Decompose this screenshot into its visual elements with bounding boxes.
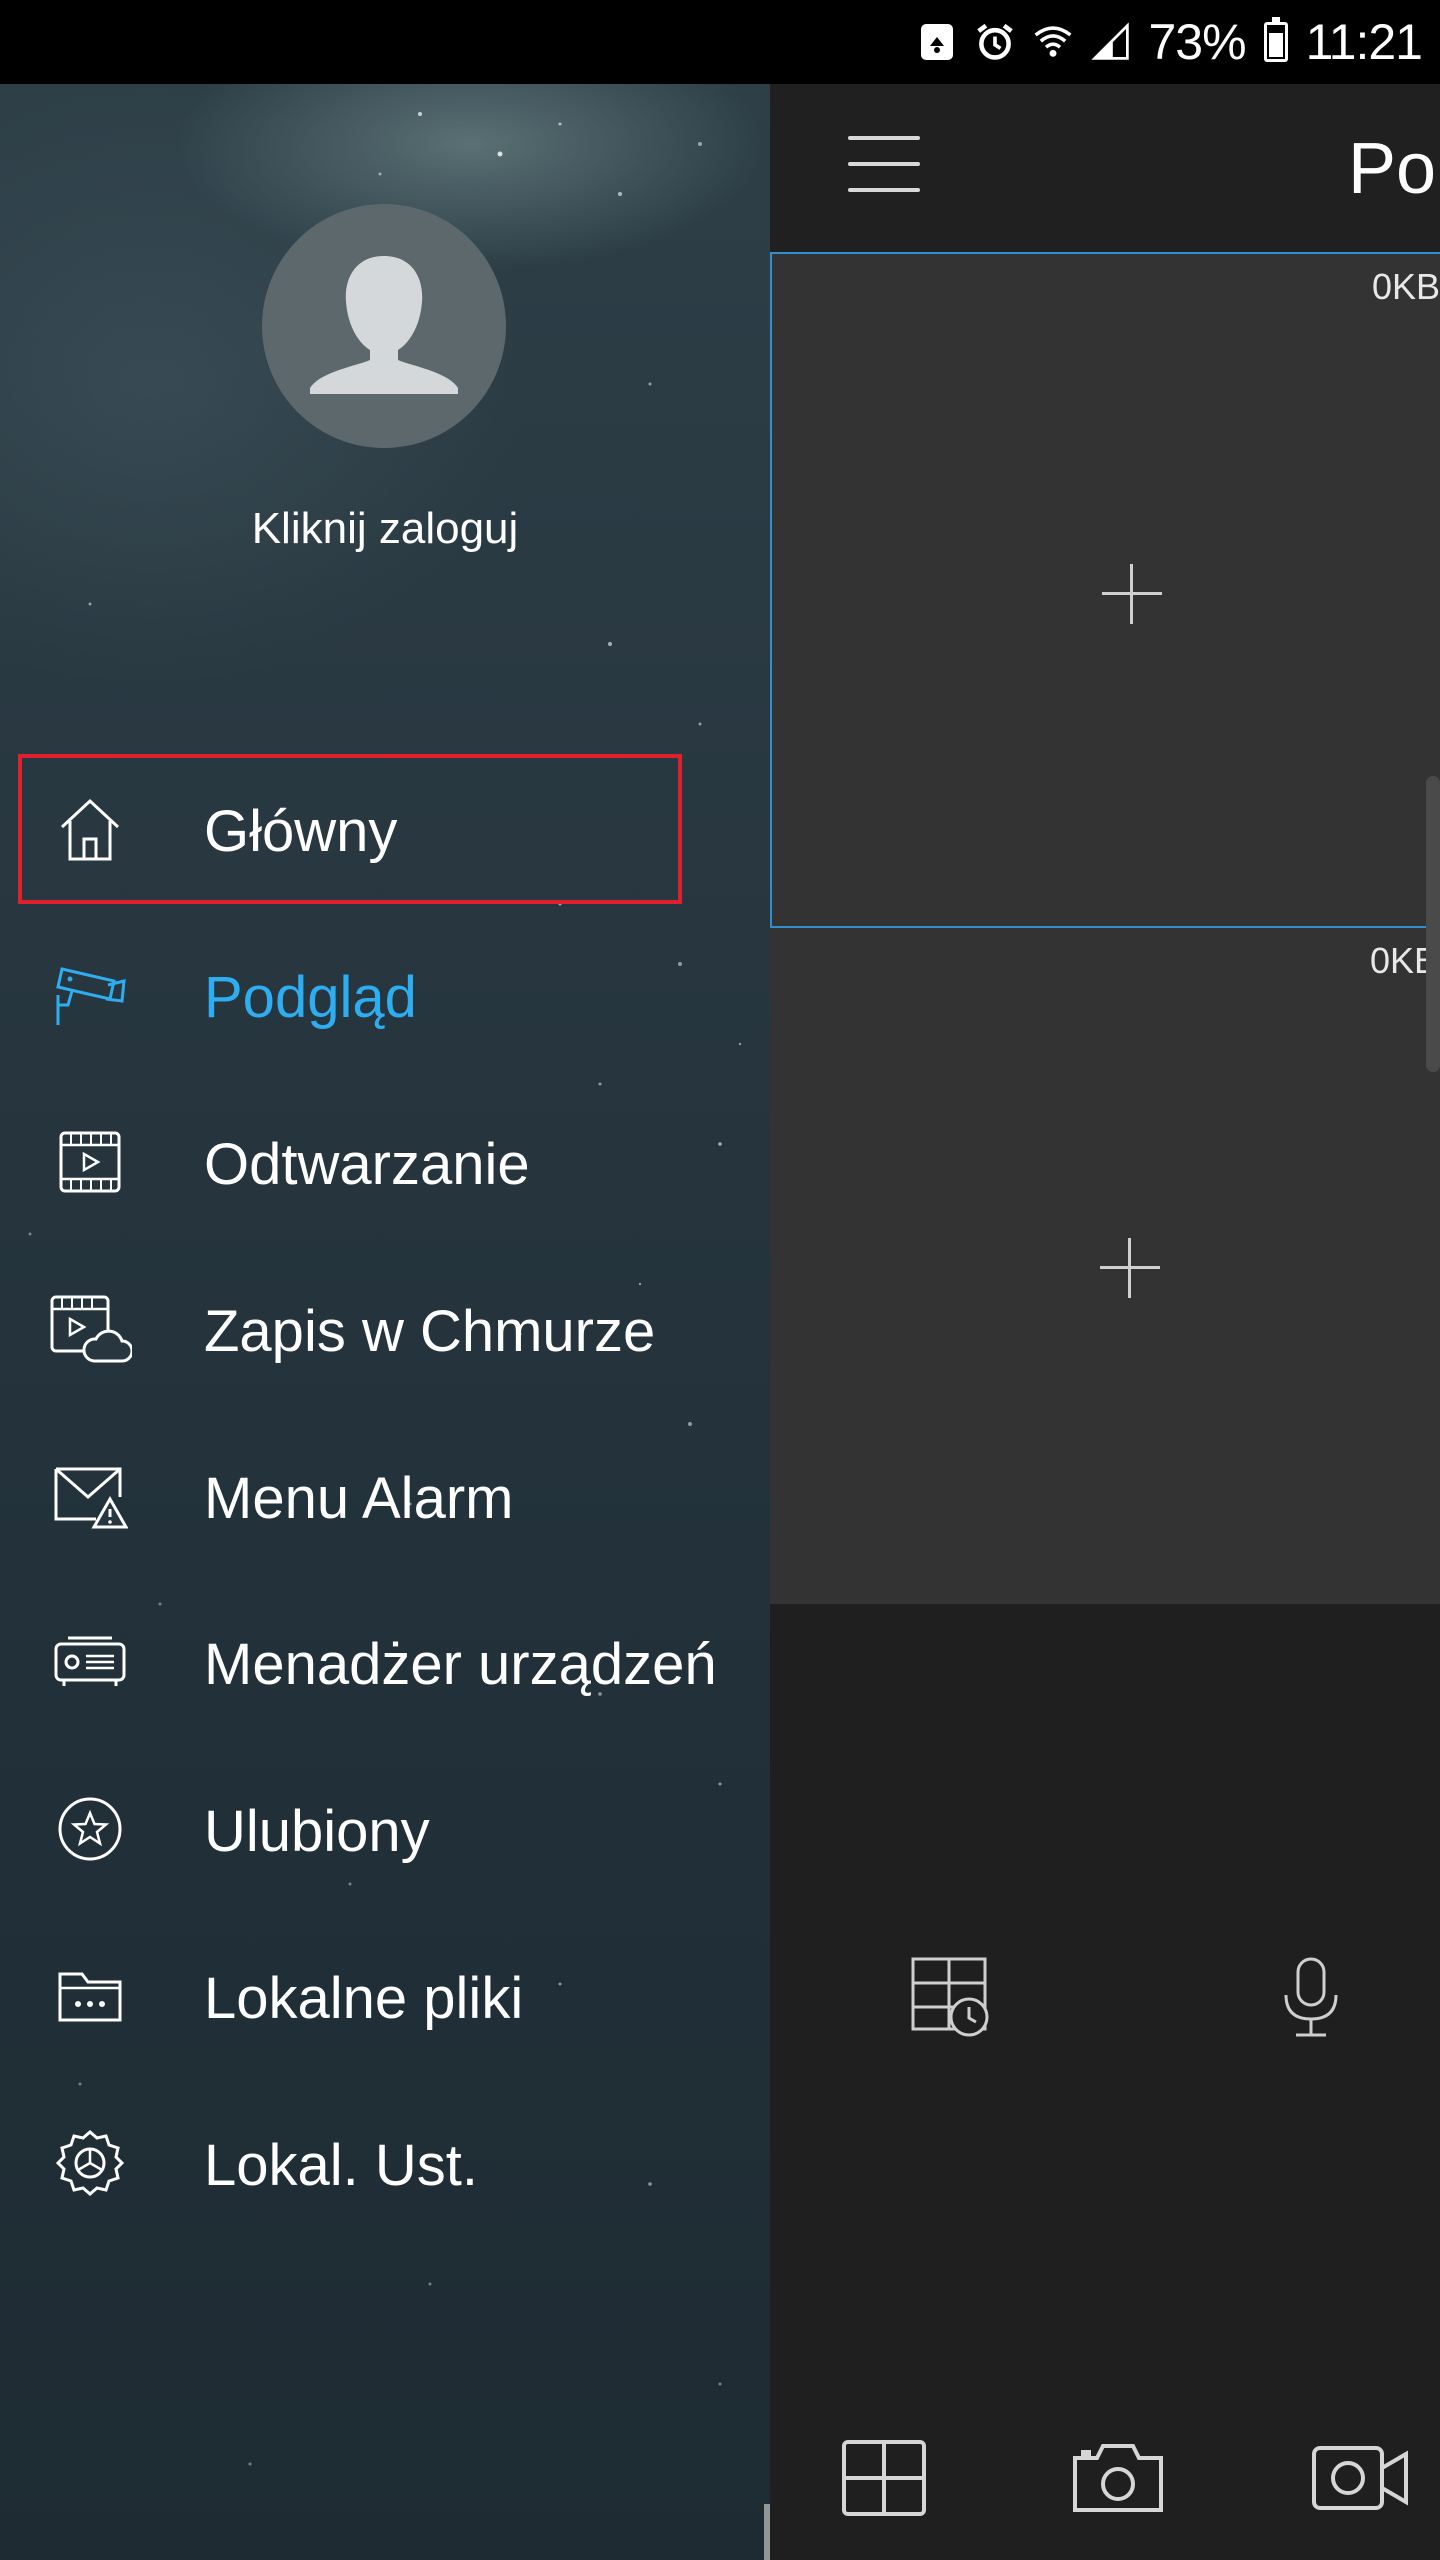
- home-icon: [48, 793, 132, 865]
- settings-icon: [48, 2127, 132, 2199]
- menu-item-glowny[interactable]: Główny: [0, 754, 770, 904]
- star-icon: [48, 1793, 132, 1865]
- recycle-icon: [917, 22, 957, 62]
- menu-item-zapis-w-chmurze[interactable]: Zapis w Chmurze: [0, 1254, 770, 1404]
- split-screen-icon[interactable]: [838, 2432, 930, 2524]
- menu-icon[interactable]: [848, 136, 920, 196]
- live-view-screen: Po 0KB 0KB: [770, 84, 1440, 2560]
- drawer-edge: [764, 2504, 770, 2560]
- menu-label: Odtwarzanie: [204, 1132, 530, 1197]
- video-cell-2[interactable]: 0KB: [770, 928, 1440, 1604]
- scroll-handle[interactable]: [1426, 776, 1440, 1072]
- snapshot-icon[interactable]: [1070, 2432, 1166, 2524]
- wifi-icon: [1033, 22, 1073, 62]
- app-header: Po: [770, 84, 1440, 252]
- menu-item-lokal-ust[interactable]: Lokal. Ust.: [0, 2088, 770, 2238]
- alarm-mail-icon: [48, 1460, 132, 1532]
- menu-label: Menadżer urządzeń: [204, 1632, 717, 1697]
- menu-item-menu-alarm[interactable]: Menu Alarm: [0, 1421, 770, 1571]
- page-title: Po: [1348, 129, 1437, 209]
- login-link[interactable]: Kliknij zaloguj: [0, 504, 770, 554]
- menu-label: Lokalne pliki: [204, 1966, 524, 2031]
- menu-item-podglad[interactable]: Podgląd: [0, 920, 770, 1070]
- menu-item-menadzer-urzadzen[interactable]: Menadżer urządzeń: [0, 1587, 770, 1737]
- cloud-record-icon: [48, 1293, 132, 1365]
- add-device-icon[interactable]: [1102, 564, 1162, 624]
- menu-item-lokalne-pliki[interactable]: Lokalne pliki: [0, 1921, 770, 2071]
- camera-icon: [48, 959, 132, 1031]
- menu-label: Menu Alarm: [204, 1466, 514, 1531]
- clock: 11:21: [1305, 14, 1423, 70]
- avatar[interactable]: [262, 204, 506, 448]
- video-cell-1[interactable]: 0KB: [770, 252, 1440, 928]
- status-bar: 73% 11:21: [0, 0, 1440, 84]
- playback-grid-icon[interactable]: [906, 1952, 996, 2042]
- battery-percent: 73%: [1148, 14, 1247, 70]
- folder-icon: [48, 1960, 132, 2032]
- microphone-icon[interactable]: [1266, 1952, 1356, 2042]
- alarm-icon: [975, 22, 1015, 62]
- battery-icon: [1263, 17, 1288, 62]
- record-icon[interactable]: [1308, 2432, 1412, 2524]
- menu-item-odtwarzanie[interactable]: Odtwarzanie: [0, 1087, 770, 1237]
- playback-icon: [48, 1126, 132, 1198]
- device-icon: [48, 1626, 132, 1698]
- user-icon: [310, 256, 458, 394]
- menu-label: Lokal. Ust.: [204, 2133, 478, 2198]
- add-device-icon[interactable]: [1100, 1238, 1160, 1298]
- menu-label: Ulubiony: [204, 1799, 430, 1864]
- menu-label: Główny: [204, 799, 398, 864]
- navigation-drawer: Kliknij zaloguj Główny Podgląd Odtwarzan…: [0, 84, 770, 2560]
- menu-item-ulubiony[interactable]: Ulubiony: [0, 1754, 770, 1904]
- bitrate-label: 0KB: [1372, 266, 1440, 307]
- menu-label: Zapis w Chmurze: [204, 1299, 656, 1364]
- menu-label: Podgląd: [204, 965, 417, 1030]
- signal-icon: [1090, 22, 1131, 62]
